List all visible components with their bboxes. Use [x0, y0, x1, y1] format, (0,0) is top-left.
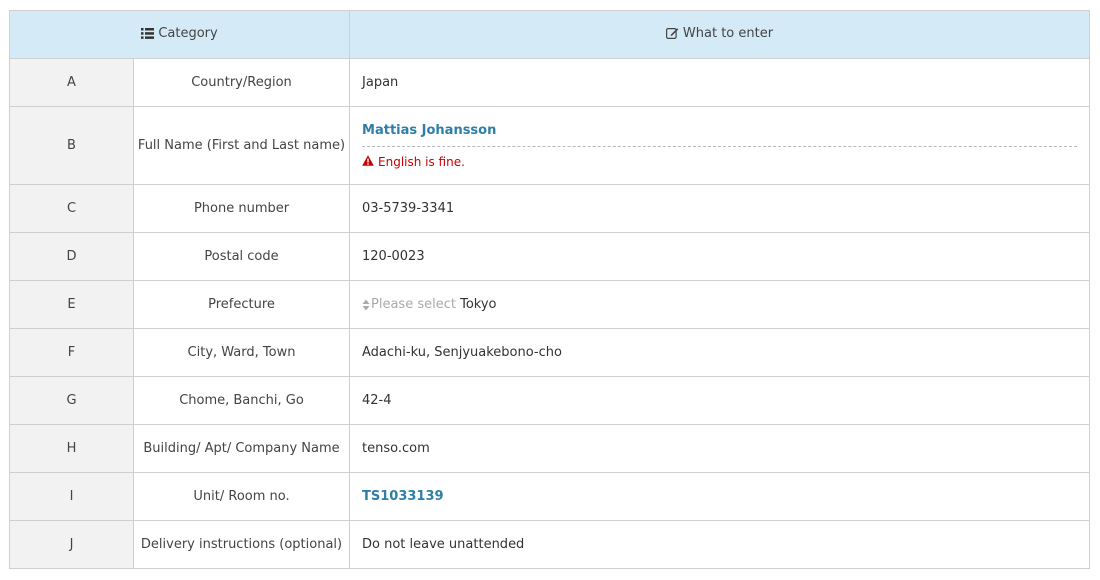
row-letter: B — [9, 106, 134, 185]
list-icon — [141, 28, 155, 43]
row-category: Country/Region — [132, 58, 351, 107]
table-row-city: F City, Ward, Town Adachi-ku, Senjyuakeb… — [9, 328, 1090, 377]
table-row-country: A Country/Region Japan — [9, 58, 1090, 107]
edit-icon — [665, 27, 679, 43]
row-category: Full Name (First and Last name) — [132, 106, 351, 185]
row-category: Building/ Apt/ Company Name — [132, 424, 351, 473]
row-letter: I — [9, 472, 134, 521]
prefecture-value: Tokyo — [460, 297, 497, 312]
row-category: Postal code — [132, 232, 351, 281]
row-category: City, Ward, Town — [132, 328, 351, 377]
country-value: Japan — [349, 58, 1090, 107]
full-name-cell: Mattias Johansson English is fine. — [349, 106, 1090, 185]
what-to-enter-header: What to enter — [349, 10, 1090, 59]
row-category: Phone number — [132, 184, 351, 233]
row-letter: D — [9, 232, 134, 281]
table-row-delivery: J Delivery instructions (optional) Do no… — [9, 520, 1090, 569]
row-category: Delivery instructions (optional) — [132, 520, 351, 569]
what-to-enter-header-label: What to enter — [682, 26, 774, 41]
address-form-table-wrapper: Category What to enter A Country/Region … — [8, 10, 1090, 569]
warning-icon — [362, 154, 378, 169]
row-category: Chome, Banchi, Go — [132, 376, 351, 425]
table-row-phone: C Phone number 03-5739-3341 — [9, 184, 1090, 233]
row-letter: H — [9, 424, 134, 473]
postal-code-value: 120-0023 — [349, 232, 1090, 281]
table-header-row: Category What to enter — [8, 10, 1090, 59]
row-letter: F — [9, 328, 134, 377]
row-letter: J — [9, 520, 134, 569]
row-letter: A — [9, 58, 134, 107]
full-name-note-text: English is fine. — [378, 154, 465, 169]
table-row-full-name: B Full Name (First and Last name) Mattia… — [9, 106, 1090, 185]
row-category: Unit/ Room no. — [132, 472, 351, 521]
table-row-unit: I Unit/ Room no. TS1033139 — [9, 472, 1090, 521]
building-value: tenso.com — [349, 424, 1090, 473]
table-row-prefecture: E Prefecture Please select Tokyo — [9, 280, 1090, 329]
full-name-value: Mattias Johansson — [362, 122, 497, 138]
unit-cell: TS1033139 — [349, 472, 1090, 521]
table-row-postal-code: D Postal code 120-0023 — [9, 232, 1090, 281]
address-form-table: Category What to enter A Country/Region … — [8, 10, 1090, 569]
phone-value: 03-5739-3341 — [349, 184, 1090, 233]
unit-value: TS1033139 — [362, 489, 444, 504]
category-header-label: Category — [158, 26, 218, 41]
row-letter: E — [9, 280, 134, 329]
full-name-value-box: Mattias Johansson — [362, 123, 1077, 147]
row-category: Prefecture — [132, 280, 351, 329]
row-letter: G — [9, 376, 134, 425]
row-letter: C — [9, 184, 134, 233]
sort-icon — [362, 299, 370, 311]
table-row-chome: G Chome, Banchi, Go 42-4 — [9, 376, 1090, 425]
table-row-building: H Building/ Apt/ Company Name tenso.com — [9, 424, 1090, 473]
prefecture-cell: Please select Tokyo — [349, 280, 1090, 329]
full-name-note: English is fine. — [362, 155, 1077, 169]
chome-value: 42-4 — [349, 376, 1090, 425]
city-value: Adachi-ku, Senjyuakebono-cho — [349, 328, 1090, 377]
category-header: Category — [8, 10, 351, 59]
delivery-value: Do not leave unattended — [349, 520, 1090, 569]
prefecture-placeholder: Please select — [371, 297, 456, 312]
